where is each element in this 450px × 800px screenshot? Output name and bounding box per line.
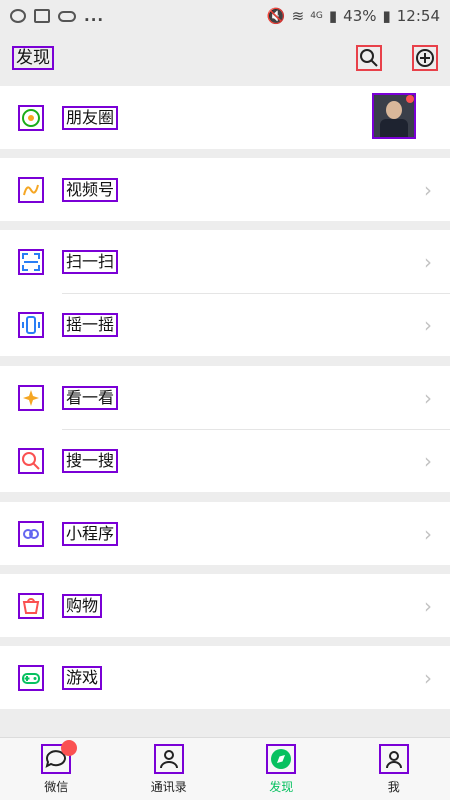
mini-program-icon [18,520,44,547]
shake-icon [18,311,44,338]
list-item-label: 视频号 [62,177,119,202]
list-item-label: 摇一摇 [62,312,119,337]
list-item-moments[interactable]: 朋友圈 [0,86,450,149]
chevron-right-icon: › [424,665,432,690]
list-item-mini-program[interactable]: 小程序 › [0,502,450,565]
tab-me[interactable]: 我 [338,738,450,800]
game-icon [18,664,44,691]
look-icon [18,384,44,411]
list-item-scan[interactable]: 扫一扫 › [0,230,450,293]
group-game: 游戏 › [0,646,450,709]
chevron-right-icon: › [424,312,432,337]
wifi-icon: ≋ [291,7,305,25]
paw-icon [10,9,26,23]
group-moments: 朋友圈 [0,86,450,149]
list-item-label: 朋友圈 [62,105,119,130]
signal-icon: ▮ [328,7,338,25]
chevron-right-icon: › [424,521,432,546]
chevron-right-icon: › [424,177,432,202]
status-bar: ... 🔇 ≋ 4G ▮ 43% ▮ 12:54 [0,0,450,32]
list-item-shopping[interactable]: 购物 › [0,574,450,637]
list-item-game[interactable]: 游戏 › [0,646,450,709]
weather-icon [58,10,76,22]
app-header: 发现 [0,32,450,84]
plus-circle-icon [416,49,434,67]
scan-icon [18,248,44,275]
more-notifications-icon: ... [84,7,105,25]
group-scan-shake: 扫一扫 › 摇一摇 › [0,230,450,356]
tab-discover[interactable]: 发现 [225,738,338,800]
chevron-right-icon: › [424,448,432,473]
tab-label: 通讯录 [150,780,187,794]
tab-chats[interactable]: 微信 [0,738,113,800]
search-button[interactable] [356,45,382,71]
discover-icon [266,744,297,774]
list-item-shake[interactable]: 摇一摇 › [0,293,450,356]
list-item-label: 游戏 [62,665,103,690]
me-icon [378,744,409,774]
bottom-tab-bar: 微信 通讯录 发现 我 [0,737,450,800]
list-item-search-one[interactable]: 搜一搜 › [0,429,450,492]
chevron-right-icon: › [424,593,432,618]
shopping-icon [18,592,44,619]
moments-thumbnail [372,93,416,139]
group-shopping: 购物 › [0,574,450,637]
group-channels: 视频号 › [0,158,450,221]
page-title: 发现 [12,46,54,70]
list-item-channels[interactable]: 视频号 › [0,158,450,221]
tab-label: 微信 [44,780,69,794]
tab-label: 发现 [269,780,294,794]
battery-level: 43% [343,7,377,25]
chat-icon [41,740,78,774]
tab-label: 我 [387,780,400,794]
list-item-label: 搜一搜 [62,448,119,473]
list-item-look[interactable]: 看一看 › [0,366,450,429]
add-button[interactable] [412,45,438,71]
chevron-right-icon: › [424,385,432,410]
mute-icon: 🔇 [266,7,286,25]
unread-badge [61,740,78,756]
group-mini-program: 小程序 › [0,502,450,565]
mail-icon [34,9,50,23]
search-icon [360,49,378,67]
tab-contacts[interactable]: 通讯录 [113,738,226,800]
list-item-label: 扫一扫 [62,249,119,274]
battery-icon: ▮ [382,7,391,25]
list-item-label: 购物 [62,593,103,618]
network-type: 4G [310,11,323,21]
contacts-icon [153,744,184,774]
clock: 12:54 [396,7,440,25]
moments-icon [18,104,44,131]
channels-icon [18,176,44,203]
search-one-icon [18,447,44,474]
list-item-label: 看一看 [62,385,119,410]
list-item-label: 小程序 [62,521,119,546]
chevron-right-icon: › [424,249,432,274]
unread-dot [406,95,414,103]
group-look-search: 看一看 › 搜一搜 › [0,366,450,492]
